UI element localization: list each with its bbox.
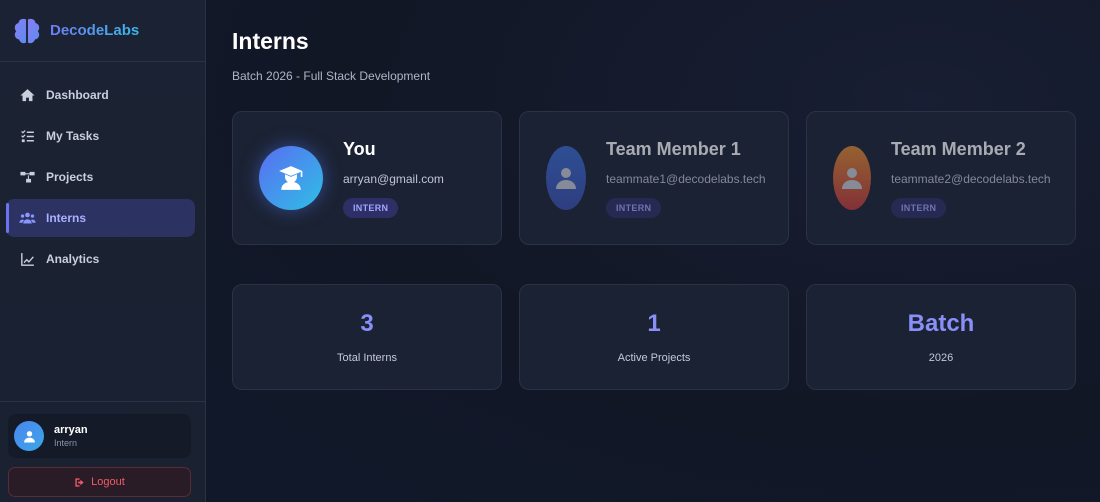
main-content: Interns Batch 2026 - Full Stack Developm… [206, 0, 1100, 502]
user-role: Intern [54, 438, 78, 448]
sidebar-nav: Dashboard My Tasks Projects Interns Anal… [0, 62, 205, 281]
sidebar-item-label: Projects [46, 170, 94, 184]
project-tree-icon [18, 168, 36, 186]
sidebar-footer: arryan Intern Logout [0, 401, 205, 502]
graduation-user-icon [279, 166, 303, 190]
sidebar-item-projects[interactable]: Projects [6, 158, 195, 196]
stat-cards: 3 Total Interns 1 Active Projects Batch … [232, 284, 1076, 390]
member-email: teammate1@decodelabs.tech [606, 171, 766, 186]
user-icon [556, 168, 576, 189]
member-card-team-member-1[interactable]: Team Member 1 teammate1@decodelabs.tech … [519, 111, 789, 245]
page-title: Interns [232, 28, 309, 54]
member-info: Team Member 1 teammate1@decodelabs.tech … [606, 139, 766, 218]
brand[interactable]: DecodeLabs [0, 0, 205, 62]
stat-label: 2026 [928, 352, 954, 364]
stat-card-active-projects: 1 Active Projects [519, 284, 789, 390]
user-name: arryan [54, 424, 88, 436]
sidebar-item-label: Analytics [46, 252, 100, 266]
logout-icon [75, 477, 84, 487]
role-badge: INTERN [891, 197, 947, 218]
member-email: teammate2@decodelabs.tech [891, 171, 1051, 186]
member-card-you[interactable]: You arryan@gmail.com INTERN [232, 111, 502, 245]
logout-label: Logout [91, 476, 125, 488]
role-badge: INTERN [606, 197, 662, 218]
sidebar-item-label: Interns [46, 211, 87, 225]
users-icon [18, 209, 36, 227]
sidebar-item-analytics[interactable]: Analytics [6, 240, 195, 278]
line-chart-icon [18, 250, 36, 268]
sidebar-item-label: My Tasks [46, 129, 100, 143]
member-info: Team Member 2 teammate2@decodelabs.tech … [891, 139, 1051, 218]
avatar [14, 421, 44, 451]
member-name: Team Member 1 [606, 138, 741, 159]
app-root: DecodeLabs Dashboard My Tasks Projects I… [0, 0, 1100, 502]
role-badge: INTERN [343, 197, 399, 218]
user-icon [23, 430, 35, 442]
member-name: Team Member 2 [891, 138, 1026, 159]
avatar [259, 146, 323, 210]
stat-card-batch: Batch 2026 [806, 284, 1076, 390]
stat-label: Active Projects [617, 352, 691, 364]
sidebar: DecodeLabs Dashboard My Tasks Projects I… [0, 0, 206, 502]
brain-icon [14, 18, 40, 43]
page-subtitle: Batch 2026 - Full Stack Development [232, 69, 431, 83]
avatar [833, 146, 871, 210]
stat-card-total-interns: 3 Total Interns [232, 284, 502, 390]
stat-value: Batch [907, 310, 975, 337]
user-details: arryan Intern [54, 424, 88, 448]
home-icon [18, 86, 36, 104]
stat-label: Total Interns [337, 352, 397, 364]
member-email: arryan@gmail.com [343, 171, 444, 186]
stat-value: 3 [360, 310, 374, 337]
member-card-team-member-2[interactable]: Team Member 2 teammate2@decodelabs.tech … [806, 111, 1076, 245]
sidebar-item-label: Dashboard [46, 88, 109, 102]
sidebar-item-my-tasks[interactable]: My Tasks [6, 117, 195, 155]
member-info: You arryan@gmail.com INTERN [343, 139, 444, 218]
current-user-card[interactable]: arryan Intern [8, 414, 191, 458]
task-list-icon [18, 127, 36, 145]
stat-value: 1 [647, 310, 661, 337]
sidebar-item-dashboard[interactable]: Dashboard [6, 76, 195, 114]
member-name: You [343, 138, 376, 159]
member-cards: You arryan@gmail.com INTERN Team Member … [232, 111, 1076, 245]
brand-name: DecodeLabs [50, 22, 140, 39]
sidebar-item-interns[interactable]: Interns [6, 199, 195, 237]
avatar [546, 146, 586, 210]
user-icon [842, 168, 862, 189]
logout-button[interactable]: Logout [8, 467, 191, 497]
